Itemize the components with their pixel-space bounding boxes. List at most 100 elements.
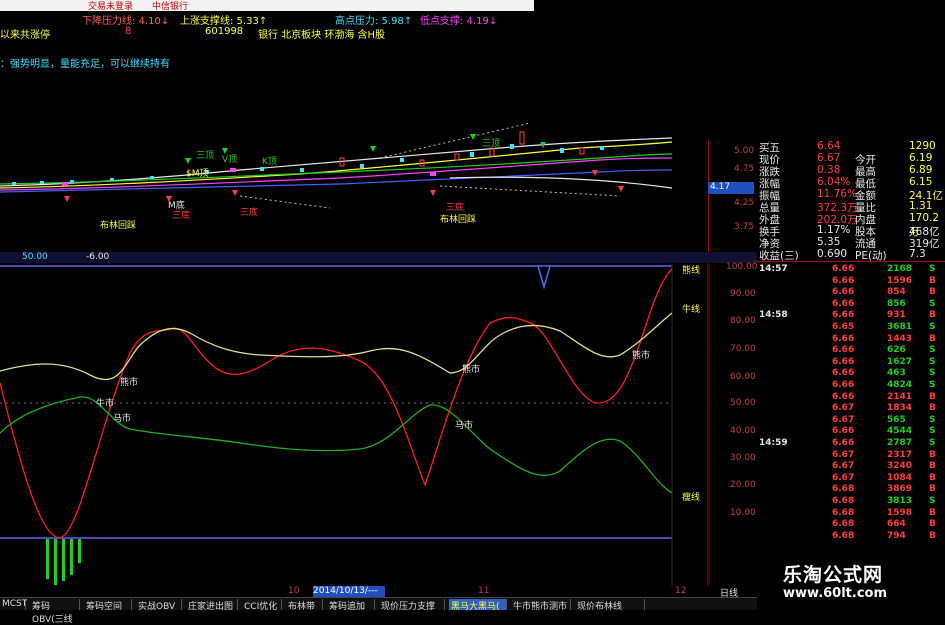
tick-row: 6.66 463 S bbox=[757, 368, 942, 380]
tick-volume: 463 bbox=[887, 368, 906, 379]
limit-up-count: 8 bbox=[125, 26, 132, 37]
quote-value: 5.35 bbox=[817, 236, 841, 248]
tick-price: 6.67 bbox=[832, 403, 855, 414]
quote-panel: 买五 6.64 1290 现价 6.67 今开 6.19 涨跌 0.38 最高 6.89 涨幅 6.04… bbox=[757, 140, 945, 609]
tick-volume: 1596 bbox=[887, 275, 913, 286]
tick-side: S bbox=[929, 322, 936, 332]
tick-price: 6.67 bbox=[832, 414, 855, 425]
tab-5[interactable]: CCI优化 bbox=[242, 599, 282, 612]
tab-8[interactable]: 现价压力支撑 bbox=[379, 599, 445, 612]
tick-side: B bbox=[929, 333, 936, 344]
tick-side: S bbox=[929, 496, 936, 506]
tick-side: S bbox=[929, 414, 936, 425]
tick-side: B bbox=[929, 484, 936, 495]
quote-value: 0.690 bbox=[817, 248, 848, 260]
ind-tick-40: 40.00 bbox=[730, 426, 756, 436]
tick-price: 6.66 bbox=[832, 356, 855, 367]
trade-status-text[interactable]: 交易未登录 bbox=[88, 0, 133, 12]
tick-price: 6.68 bbox=[832, 496, 855, 506]
tick-side: S bbox=[929, 345, 936, 356]
tick-price: 6.66 bbox=[832, 368, 855, 379]
annotation-triple-bottom-1: 三底 bbox=[172, 211, 191, 221]
annotation-bollinger-1: 布林回踩 bbox=[100, 221, 137, 231]
annotation-bollinger-2: 布林回踩 bbox=[440, 215, 477, 225]
tick-volume: 931 bbox=[887, 310, 906, 321]
quote-value: 6.64 bbox=[817, 140, 841, 152]
tick-volume: 2168 bbox=[887, 264, 913, 274]
quote-value: 6.04% bbox=[817, 176, 851, 188]
strategy-hint: ：强势明显，量能充足，可以继续持有 bbox=[0, 59, 170, 70]
current-price-tag: 4.17 bbox=[708, 182, 754, 194]
tick-volume: 1443 bbox=[887, 333, 913, 344]
date-tick-12: 12 bbox=[675, 586, 687, 596]
tick-row: 6.68 1598 B bbox=[757, 508, 942, 520]
tick-volume: 3813 bbox=[887, 496, 913, 506]
bear-market-label-3: 熊市 bbox=[632, 351, 651, 361]
tick-volume: 664 bbox=[887, 519, 906, 530]
indicator-chart[interactable] bbox=[0, 263, 757, 588]
tick-price: 6.68 bbox=[832, 507, 855, 518]
quote-value: 1290 bbox=[909, 140, 936, 152]
tick-volume: 1834 bbox=[887, 403, 913, 414]
indicator-param-2: -6.00 bbox=[86, 252, 110, 262]
lean-line-label: 瘦线 bbox=[682, 493, 701, 503]
tab-7[interactable]: 筹码追加 bbox=[327, 599, 375, 612]
tick-side: B bbox=[929, 449, 936, 460]
tab-6[interactable]: 布林带 bbox=[286, 599, 323, 612]
tab-9[interactable]: 黑马大黑马( bbox=[449, 599, 507, 612]
tick-price: 6.65 bbox=[832, 322, 855, 332]
tick-volume: 856 bbox=[887, 298, 906, 309]
tab-0[interactable]: MCST bbox=[0, 599, 27, 610]
tick-row: 6.66 854 B bbox=[757, 287, 942, 299]
quote-value: 1.17% bbox=[817, 224, 851, 236]
tick-row: 6.67 3240 B bbox=[757, 461, 942, 473]
tick-price: 6.66 bbox=[832, 391, 855, 402]
tick-volume: 1598 bbox=[887, 507, 913, 518]
tab-2[interactable]: 筹码空间 bbox=[84, 599, 132, 612]
tick-row: 6.68 664 B bbox=[757, 519, 942, 531]
ind-tick-70: 70.00 bbox=[730, 344, 756, 354]
tick-price: 6.67 bbox=[832, 472, 855, 483]
tick-price: 6.66 bbox=[832, 310, 855, 321]
tick-side: S bbox=[929, 380, 936, 390]
tick-time: 14:59 bbox=[759, 438, 788, 448]
tick-volume: 3681 bbox=[887, 322, 913, 332]
tab-1[interactable]: 筹码OBV(三线 bbox=[30, 599, 80, 625]
horse-market-label-2: 马市 bbox=[455, 421, 474, 431]
annotation-v-top: V顶 bbox=[222, 155, 238, 165]
tick-side: S bbox=[929, 264, 936, 274]
tick-list[interactable]: 14:57 6.66 2168 S 6.66 1596 B 6.66 854 B 6.66 856 S 1… bbox=[757, 262, 942, 562]
annotation-triple-top-1: 三顶 bbox=[196, 151, 215, 161]
tick-side: B bbox=[929, 472, 936, 483]
quote-value: 6.67 bbox=[817, 152, 841, 164]
tick-volume: 2317 bbox=[887, 449, 913, 460]
quote-value: 6.15 bbox=[909, 176, 933, 188]
tab-3[interactable]: 实战OBV bbox=[136, 599, 182, 612]
indicator-header: 50.00 -6.00 bbox=[0, 252, 757, 263]
tick-side: B bbox=[929, 403, 936, 414]
tab-11[interactable]: 现价布林线 bbox=[575, 599, 645, 612]
down-pressure-line: 下降压力线: 4.10↓ bbox=[82, 16, 170, 27]
price-chart[interactable] bbox=[0, 118, 757, 258]
tab-4[interactable]: 庄家进出图 bbox=[186, 599, 238, 612]
bull-market-label: 牛市 bbox=[96, 399, 115, 409]
tab-10[interactable]: 牛市熊市测市 bbox=[511, 599, 571, 612]
tick-row: 14:59 6.66 2787 S bbox=[757, 438, 942, 450]
tick-price: 6.66 bbox=[832, 264, 855, 274]
bear-market-label-2: 熊市 bbox=[462, 365, 481, 375]
tick-row: 6.66 4824 S bbox=[757, 380, 942, 392]
ind-tick-20: 20.00 bbox=[730, 480, 756, 490]
ind-tick-80: 80.00 bbox=[730, 316, 756, 326]
tick-side: B bbox=[929, 287, 936, 298]
tick-price: 6.68 bbox=[832, 484, 855, 495]
price-tick-4-75: 4.75 bbox=[734, 164, 755, 174]
tick-side: S bbox=[929, 368, 936, 379]
watermark-url: www.60lt.com bbox=[783, 586, 888, 601]
ind-tick-60: 60.00 bbox=[730, 372, 756, 382]
tick-row: 14:58 6.66 931 B bbox=[757, 310, 942, 322]
ind-tick-30: 30.00 bbox=[730, 453, 756, 463]
watermark-title: 乐淘公式网 bbox=[783, 564, 884, 586]
price-axis-line bbox=[708, 140, 709, 260]
tick-side: B bbox=[929, 530, 936, 541]
quote-value: 6.19 bbox=[909, 152, 933, 164]
